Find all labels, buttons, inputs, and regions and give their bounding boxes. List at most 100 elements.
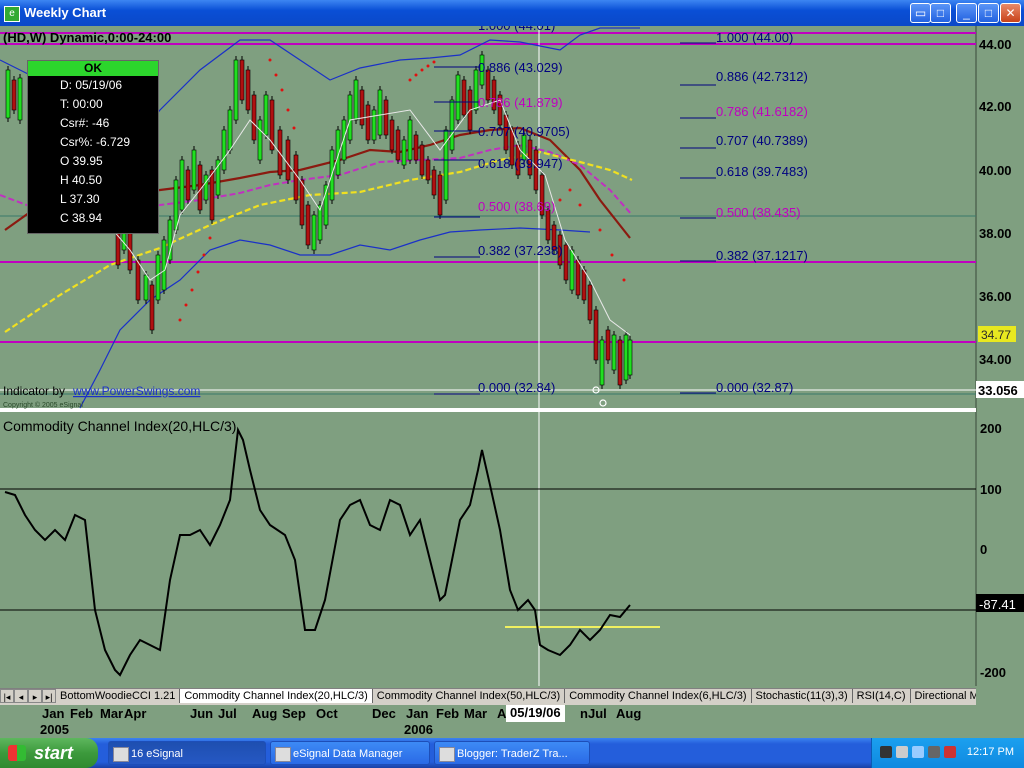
month-label: Feb	[436, 706, 460, 721]
candle-body	[135, 259, 141, 301]
candle-body	[611, 334, 617, 371]
clock[interactable]: 12:17 PM	[967, 746, 1014, 758]
network-icon[interactable]	[896, 746, 908, 758]
candle-body	[425, 159, 431, 181]
cci-current-label: -87.41	[979, 597, 1016, 612]
data-window-row: H 40.50	[60, 173, 103, 187]
time-axis: Jan Feb Mar Apr Jun Jul Aug Sep Oct Dec Jan Feb Mar A…	[0, 704, 976, 738]
candle-body	[293, 154, 299, 201]
monitor-icon[interactable]	[928, 746, 940, 758]
candle-body	[617, 339, 623, 386]
candle-body	[185, 169, 191, 201]
maximize-icon[interactable]: □	[930, 3, 951, 23]
month-label: Jul	[588, 706, 607, 721]
month-label: Aug	[252, 706, 278, 721]
candle-body	[461, 79, 467, 116]
data-window[interactable]: OK D: 05/19/06 T: 00:00 Csr#: -46 Csr%: -6.…	[27, 60, 159, 234]
tab-scroll-last-icon[interactable]: ▸|	[42, 689, 56, 703]
fib-right-label: 1.000 (44.00)	[716, 30, 793, 45]
restore-icon[interactable]: ▭	[910, 3, 931, 23]
candle-body	[203, 174, 209, 201]
candle-body	[167, 219, 173, 261]
fib-right-label: 0.786 (41.6182)	[716, 104, 808, 119]
tab-indicator[interactable]: Stochastic(11(3),3)	[751, 689, 853, 703]
candle-body	[365, 104, 371, 141]
close-button[interactable]: ✕	[1000, 3, 1021, 23]
fib-left-label: 0.707 (40.9705)	[478, 124, 570, 139]
candle-body	[431, 169, 437, 196]
tab-scroll-left-icon[interactable]: ◂	[14, 689, 28, 703]
fib-right-label: 0.886 (42.7312)	[716, 69, 808, 84]
candle-body	[209, 169, 215, 221]
candle-body	[437, 174, 443, 216]
data-manager-icon	[275, 747, 291, 762]
tab-indicator[interactable]: Commodity Channel Index(50,HLC/3)	[372, 689, 566, 703]
candle-body	[17, 77, 23, 121]
chart-area[interactable]: 44.00 42.00 40.00 38.00 36.00 34.00 200 100 0 -2…	[0, 18, 1024, 704]
task-esignal[interactable]: 16 eSignal	[108, 741, 266, 765]
candle-body	[251, 94, 257, 141]
month-label: Feb	[70, 706, 94, 721]
maximize-button[interactable]: □	[978, 3, 999, 23]
tab-indicator[interactable]: Commodity Channel Index(20,HLC/3)	[180, 689, 373, 703]
price-tick-label: 42.00	[979, 99, 1012, 114]
candle-body	[587, 284, 593, 321]
month-label: Mar	[464, 706, 488, 721]
start-label: start	[34, 743, 74, 763]
candle-body	[401, 139, 407, 166]
tab-indicator[interactable]: BottomWoodieCCI 1.21	[56, 689, 181, 703]
start-button[interactable]: start	[0, 738, 98, 768]
tab-indicator[interactable]: RSI(14,C)	[852, 689, 911, 703]
candle-body	[161, 239, 167, 291]
task-data-manager[interactable]: eSignal Data Manager	[270, 741, 430, 765]
candle-body	[449, 99, 455, 151]
candle-body	[221, 129, 227, 171]
tab-scroll-right-icon[interactable]: ▸	[28, 689, 42, 703]
tab-indicator[interactable]: Directional Movement	[910, 689, 976, 703]
candle-body	[419, 144, 425, 176]
data-window-row: T: 00:00	[60, 97, 103, 111]
fib-right-label: 0.618 (39.7483)	[716, 164, 808, 179]
candle-body	[627, 339, 633, 376]
title-bar[interactable]: e Weekly Chart ▭ □ _ □ ✕	[0, 0, 1024, 26]
candle-body	[605, 329, 611, 361]
candle-body	[599, 339, 605, 386]
fib-left-label: 0.500 (38.69)	[478, 199, 555, 214]
task-blogger[interactable]: Blogger: TraderZ Tra...	[434, 741, 590, 765]
candle-body	[593, 309, 599, 361]
tab-scroll-first-icon[interactable]: |◂	[0, 689, 14, 703]
app-icon: e	[4, 6, 20, 22]
indicator-link[interactable]: www.PowerSwings.com	[72, 384, 200, 398]
candle-body	[173, 179, 179, 231]
candle-body	[569, 249, 575, 291]
printer-icon[interactable]	[880, 746, 892, 758]
candle-body	[341, 119, 347, 161]
security-icon[interactable]	[944, 746, 956, 758]
candle-body	[395, 129, 401, 161]
candle-body	[245, 69, 251, 111]
month-label: n	[580, 706, 588, 721]
cci-tick-label: -200	[980, 665, 1006, 680]
copyright-text: Copyright © 2005 eSignal	[3, 401, 83, 409]
candle-body	[563, 244, 569, 281]
month-label: Oct	[316, 706, 338, 721]
price-tick-label: 38.00	[979, 226, 1012, 241]
cursor-price-label: 33.056	[978, 383, 1018, 398]
volume-icon[interactable]	[912, 746, 924, 758]
candle-body	[11, 79, 17, 111]
window-title: Weekly Chart	[24, 5, 107, 20]
year-label-2006: 2006	[404, 722, 433, 737]
month-label: Sep	[282, 706, 306, 721]
cci-tick-label: 0	[980, 542, 987, 557]
last-price-label: 34.77	[981, 328, 1011, 342]
minimize-button[interactable]: _	[956, 3, 977, 23]
candle-body	[257, 119, 263, 161]
candle-body	[285, 139, 291, 181]
task-label: Blogger: TraderZ Tra...	[457, 748, 568, 760]
cci-tick-label: 200	[980, 421, 1002, 436]
candle-body	[407, 119, 413, 161]
candle-body	[227, 109, 233, 151]
tab-indicator[interactable]: Commodity Channel Index(6,HLC/3)	[565, 689, 752, 703]
price-tick-label: 34.00	[979, 352, 1012, 367]
fib-left-label: 0.000 (32.84)	[478, 380, 555, 395]
